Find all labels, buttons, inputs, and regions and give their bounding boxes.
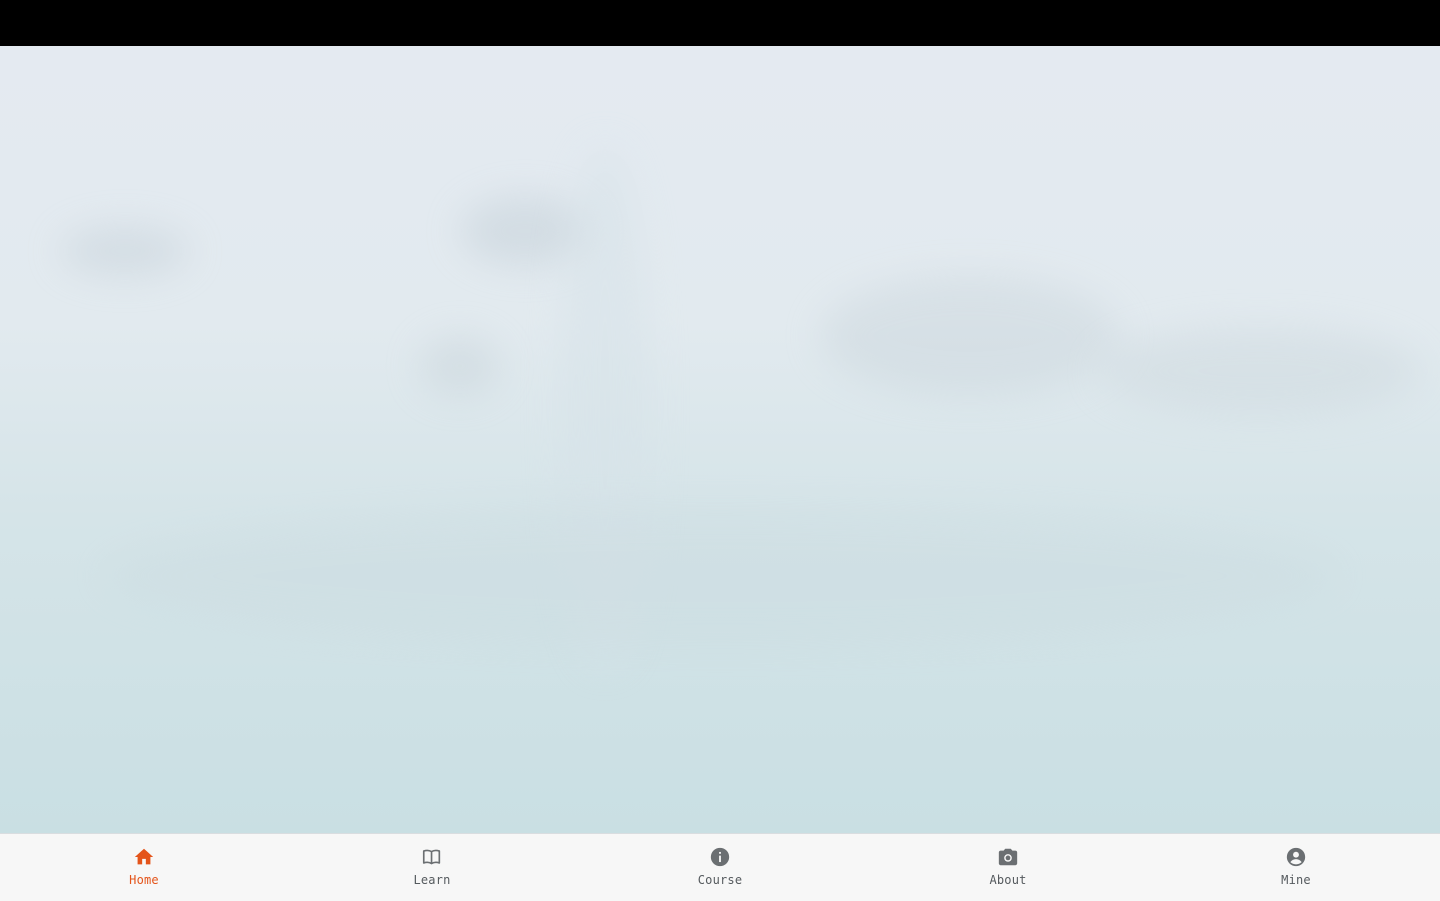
tab-mine[interactable]: Mine	[1152, 834, 1440, 901]
book-icon	[420, 845, 444, 869]
tab-about-label: About	[989, 873, 1027, 887]
bottom-tab-bar: Home Learn Course About Mine	[0, 833, 1440, 901]
background-image	[0, 46, 1440, 833]
background-blur-shape	[100, 506, 1340, 646]
tab-mine-label: Mine	[1281, 873, 1311, 887]
background-blur-shape	[820, 276, 1120, 396]
tab-home[interactable]: Home	[0, 834, 288, 901]
tab-course[interactable]: Course	[576, 834, 864, 901]
status-bar	[0, 0, 1440, 46]
tab-learn[interactable]: Learn	[288, 834, 576, 901]
tab-home-label: Home	[129, 873, 159, 887]
home-icon	[132, 845, 156, 869]
camera-icon	[996, 845, 1020, 869]
account-circle-icon	[1284, 845, 1308, 869]
background-blur-shape	[420, 336, 500, 396]
background-blur-shape	[1100, 326, 1420, 416]
tab-learn-label: Learn	[413, 873, 451, 887]
tab-about[interactable]: About	[864, 834, 1152, 901]
info-icon	[708, 845, 732, 869]
background-blur-shape	[60, 226, 190, 276]
tab-course-label: Course	[697, 873, 743, 887]
